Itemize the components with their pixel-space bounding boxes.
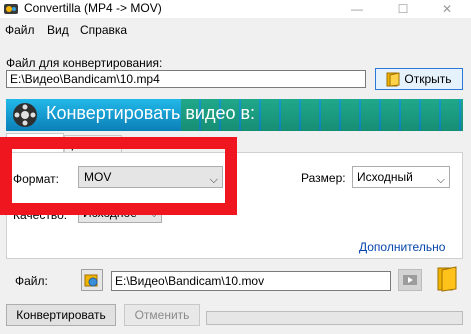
output-folder-button[interactable] (81, 269, 103, 291)
advanced-link[interactable]: Дополнительно (359, 240, 445, 254)
menu-help[interactable]: Справка (80, 23, 127, 37)
output-file-input[interactable]: E:\Видео\Bandicam\10.mov (111, 271, 391, 291)
folder-icon[interactable] (437, 266, 457, 292)
convert-banner: Конвертировать видео в: (6, 99, 463, 131)
open-button-label: Открыть (404, 72, 452, 86)
cancel-button[interactable]: Отменить (124, 304, 200, 326)
film-reel-icon (13, 103, 37, 127)
menu-bar: Файл Вид Справка (0, 21, 471, 39)
size-label: Размер: (301, 171, 346, 185)
chevron-down-icon: ⌵ (436, 174, 445, 186)
banner-title: Конвертировать видео в: (46, 103, 256, 123)
size-select[interactable]: Исходный ⌵ (352, 166, 450, 188)
source-file-input[interactable]: E:\Видео\Bandicam\10.mp4 (6, 70, 366, 88)
folder-open-icon (386, 72, 400, 87)
app-icon (4, 4, 18, 14)
source-file-label: Файл для конвертирования: (6, 56, 163, 70)
progress-bar (206, 311, 463, 325)
menu-view[interactable]: Вид (47, 23, 69, 37)
play-icon (403, 275, 417, 285)
play-button[interactable] (398, 269, 422, 291)
minimize-button[interactable]: — (335, 0, 379, 18)
menu-file[interactable]: Файл (5, 23, 35, 37)
highlight-box (0, 137, 237, 215)
output-folder-icon (84, 274, 98, 287)
size-value: Исходный (357, 170, 413, 184)
close-button[interactable]: ✕ (425, 0, 469, 18)
open-button[interactable]: Открыть (375, 68, 463, 90)
window-title: Convertilla (MP4 -> MOV) (24, 1, 162, 15)
maximize-button[interactable]: ☐ (381, 0, 425, 18)
convert-button[interactable]: Конвертировать (6, 304, 116, 326)
output-file-label: Файл: (15, 274, 48, 288)
